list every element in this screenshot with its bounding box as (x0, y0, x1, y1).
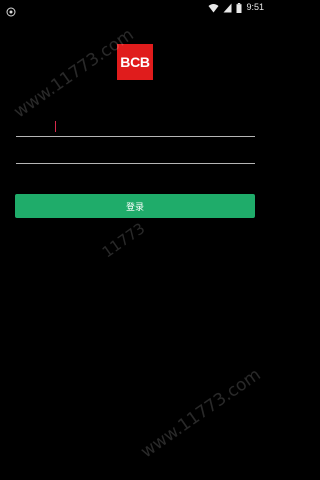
watermark-text: www.11773.com (137, 364, 265, 463)
wifi-icon (208, 0, 219, 17)
login-button[interactable]: 登录 (15, 194, 255, 218)
text-cursor (55, 121, 56, 132)
signal-icon (223, 0, 232, 17)
username-field[interactable] (16, 112, 255, 137)
battery-icon (236, 0, 242, 17)
username-input[interactable] (16, 112, 255, 136)
status-time: 9:51 (246, 2, 264, 12)
watermark-text: 11773 (98, 219, 149, 262)
notification-icon (6, 2, 16, 17)
password-field[interactable] (16, 139, 255, 164)
status-bar: 9:51 (0, 0, 270, 17)
logo-text: BCB (120, 54, 150, 70)
status-icons: 9:51 (208, 1, 264, 13)
password-input[interactable] (16, 139, 255, 163)
